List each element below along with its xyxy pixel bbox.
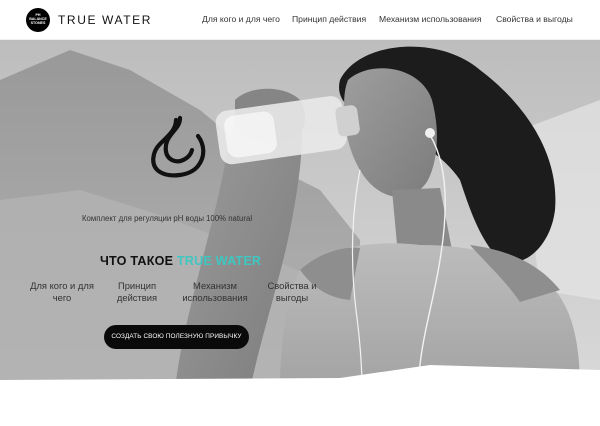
hero-title: ЧТО ТАКОЕ TRUE WATER [100, 254, 261, 268]
feature-link-principle[interactable]: Принцип действия [97, 280, 177, 303]
feature-link-benefits[interactable]: Свойства и выгоды [252, 280, 332, 303]
create-habit-button[interactable]: СОЗДАТЬ СВОЮ ПОЛЕЗНУЮ ПРИВЫЧКУ [104, 325, 249, 349]
site-header: PH BALANCE STONES TRUE WATER Для кого и … [0, 0, 600, 40]
feature-link-audience[interactable]: Для кого и для чего [22, 280, 102, 303]
main-nav: Для кого и для чего Принцип действия Мех… [0, 14, 600, 26]
feature-links: Для кого и для чего Принцип действия Мех… [0, 280, 340, 310]
nav-item-audience[interactable]: Для кого и для чего [202, 14, 280, 24]
hero-tagline: Комплект для регуляции pH воды 100% natu… [82, 214, 253, 223]
nav-item-usage[interactable]: Механизм использования [379, 14, 482, 24]
hero-title-prefix: ЧТО ТАКОЕ [100, 254, 174, 268]
nav-item-principle[interactable]: Принцип действия [292, 14, 366, 24]
hero-section: Комплект для регуляции pH воды 100% natu… [0, 40, 600, 390]
nav-item-benefits[interactable]: Свойства и выгоды [496, 14, 573, 24]
feature-link-usage[interactable]: Механизм использования [175, 280, 255, 303]
water-drop-icon [151, 115, 206, 178]
hero-title-accent: TRUE WATER [176, 254, 262, 268]
